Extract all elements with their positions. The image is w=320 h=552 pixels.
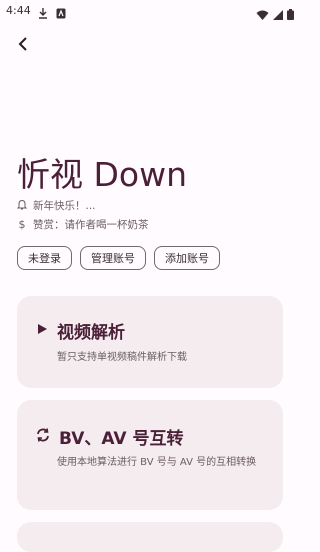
next-feature-card[interactable]: [17, 522, 283, 552]
manage-accounts-chip[interactable]: 管理账号: [80, 246, 146, 270]
notice-line: 新年快乐！...: [16, 198, 96, 213]
back-button[interactable]: [10, 32, 36, 58]
wifi-icon: [256, 5, 269, 24]
chevron-left-icon: [17, 36, 29, 55]
card-description: 使用本地算法进行 BV 号与 AV 号的互相转换: [57, 457, 257, 468]
status-left-icons: [38, 4, 66, 23]
card-header: 视频解析: [35, 318, 125, 343]
status-bar: 4:44: [0, 0, 300, 22]
video-parse-card[interactable]: 视频解析 暂只支持单视频稿件解析下载: [17, 296, 283, 388]
account-chips: 未登录 管理账号 添加账号: [17, 246, 220, 270]
card-description: 暂只支持单视频稿件解析下载: [57, 352, 187, 363]
page-title: 忻视 Down: [17, 155, 187, 194]
bv-av-convert-card[interactable]: BV、AV 号互转 使用本地算法进行 BV 号与 AV 号的互相转换: [17, 400, 283, 510]
signal-icon: [273, 5, 283, 24]
play-icon: [35, 321, 49, 340]
download-icon: [38, 4, 48, 23]
donate-text: 赞赏：请作者喝一杯奶茶: [33, 219, 149, 231]
dollar-icon: $: [18, 218, 26, 231]
status-time: 4:44: [6, 4, 31, 17]
donate-line[interactable]: $ 赞赏：请作者喝一杯奶茶: [17, 217, 149, 232]
card-title: 视频解析: [57, 323, 125, 343]
card-header: BV、AV 号互转: [35, 424, 184, 449]
card-title: BV、AV 号互转: [59, 429, 184, 449]
bell-icon: [16, 199, 28, 213]
status-right-icons: [256, 5, 294, 24]
not-logged-in-chip[interactable]: 未登录: [17, 246, 72, 270]
app-notification-icon: [56, 4, 66, 23]
notice-text: 新年快乐！...: [33, 200, 96, 212]
battery-icon: [287, 5, 294, 24]
add-account-chip[interactable]: 添加账号: [154, 246, 220, 270]
sync-icon: [35, 427, 51, 447]
